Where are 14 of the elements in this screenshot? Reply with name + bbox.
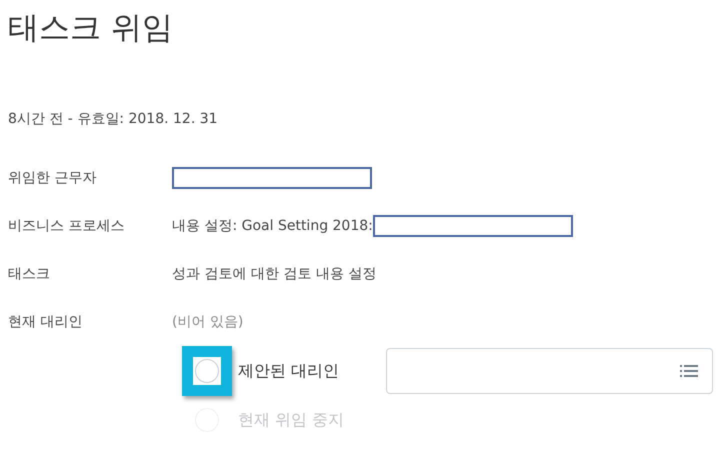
option-label: 제안된 대리인 <box>238 360 340 382</box>
empty-value: (비어 있음) <box>172 313 244 331</box>
field-value: 내용 설정: Goal Setting 2018: <box>172 217 373 235</box>
list-icon[interactable] <box>680 364 698 378</box>
page-title: 태스크 위임 <box>8 9 174 48</box>
meta-text: 8시간 전 - 유효일: 2018. 12. 31 <box>8 110 219 128</box>
field-label: 비즈니스 프로세스 <box>8 217 126 235</box>
field-value: 성과 검토에 대한 검토 내용 설정 <box>172 265 376 283</box>
radio-button[interactable] <box>195 359 219 383</box>
field-label: 현재 대리인 <box>8 313 84 331</box>
option-label: 현재 위임 중지 <box>238 410 346 430</box>
field-label: 위임한 근무자 <box>8 169 98 187</box>
field-label: 태스크 <box>8 265 51 283</box>
picker-field[interactable] <box>386 348 713 394</box>
